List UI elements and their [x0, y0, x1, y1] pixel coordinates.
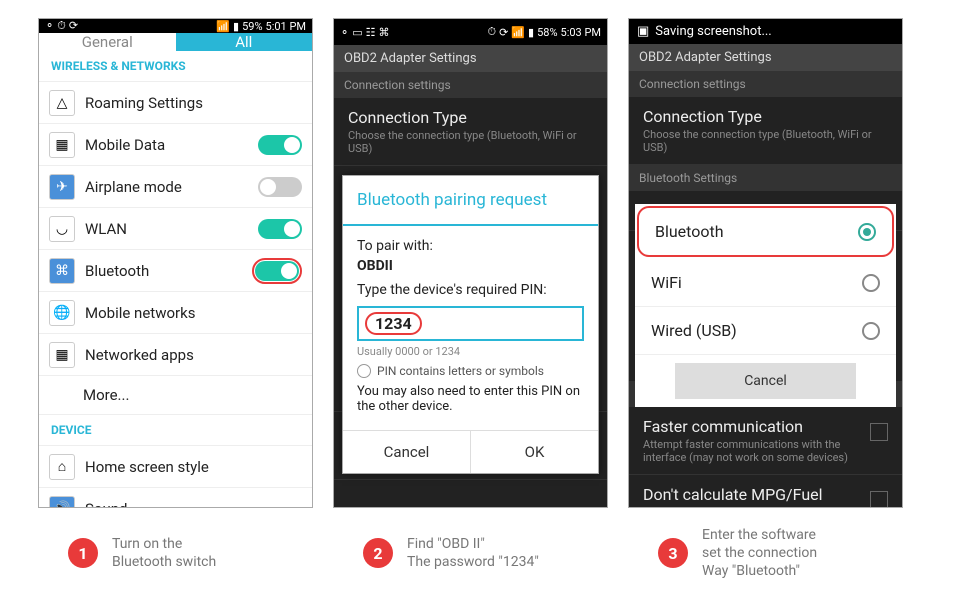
item-conntype[interactable]: Connection Type Choose the connection ty…	[334, 98, 607, 166]
cancel-button[interactable]: Cancel	[343, 431, 470, 473]
phone-screenshot-3: ▣Saving screenshot... OBD2 Adapter Setti…	[628, 18, 903, 508]
ok-button[interactable]: OK	[470, 431, 598, 473]
toggle-wlan[interactable]	[258, 219, 302, 239]
radio-selected-icon	[858, 223, 876, 241]
status-bar: ⚬▭☷⌘ ⏱⟳📶▮ 58% 5:03 PM	[334, 19, 607, 45]
item-netapps[interactable]: ▦Networked apps	[39, 334, 312, 376]
app-header: OBD2 Adapter Settings	[334, 45, 607, 72]
app-header: OBD2 Adapter Settings	[629, 44, 902, 71]
wlan-icon: ◡	[49, 216, 75, 242]
pin-prompt: Type the device's required PIN:	[357, 282, 584, 298]
toggle-airplane[interactable]	[258, 177, 302, 197]
pairing-dialog: Bluetooth pairing request To pair with: …	[342, 175, 599, 474]
airplane-icon: ✈	[49, 174, 75, 200]
bluetooth-icon: ⚬	[45, 19, 54, 33]
item-more[interactable]: More...	[39, 376, 312, 415]
battery-label: 59%	[242, 20, 262, 33]
data-icon: ▦	[49, 132, 75, 158]
mobilenet-icon: 🌐	[49, 300, 75, 326]
netapps-icon: ▦	[49, 342, 75, 368]
dialog-title: Bluetooth pairing request	[343, 176, 598, 226]
caption-3: 3 Enter the software set the connection …	[628, 526, 903, 581]
item-mobiledata[interactable]: ▦Mobile Data	[39, 124, 312, 166]
device-name: OBDII	[357, 258, 584, 274]
cancel-button[interactable]: Cancel	[675, 363, 856, 399]
item-sound[interactable]: 🔊Sound	[39, 488, 312, 508]
saving-banner: ▣Saving screenshot...	[629, 19, 902, 44]
toggle-bluetooth[interactable]	[255, 261, 299, 281]
radio-icon	[862, 322, 880, 340]
phone-screenshot-2: ⚬▭☷⌘ ⏱⟳📶▮ 58% 5:03 PM OBD2 Adapter Setti…	[333, 18, 608, 508]
phone-screenshot-1: ⚬⏱⟳ 📶 ▮ 59% 5:01 PM General All WIRELESS…	[38, 18, 313, 508]
bt-settings-label: Bluetooth Settings	[629, 165, 902, 191]
option-usb[interactable]: Wired (USB)	[635, 307, 896, 355]
caption-text: Find "OBD II" The password "1234"	[407, 535, 539, 571]
caption-2: 2 Find "OBD II" The password "1234"	[333, 526, 608, 581]
wifi-icon: 📶	[216, 20, 230, 33]
item-conntype[interactable]: Connection Type Choose the connection ty…	[629, 97, 902, 165]
section-device: DEVICE	[39, 415, 312, 446]
caption-1: 1 Turn on the Bluetooth switch	[38, 526, 313, 581]
home-icon: ⌂	[49, 454, 75, 480]
pin-note: You may also need to enter this PIN on t…	[357, 384, 584, 414]
pin-hint: Usually 0000 or 1234	[357, 345, 584, 358]
tab-general[interactable]: General	[39, 33, 176, 51]
status-bar: ⚬⏱⟳ 📶 ▮ 59% 5:01 PM	[39, 19, 312, 33]
sound-icon: 🔊	[49, 496, 75, 509]
pin-value: 1234	[365, 312, 422, 335]
battery-label: 58%	[537, 26, 557, 39]
radio-icon	[357, 364, 371, 378]
caption-text: Enter the software set the connection Wa…	[702, 526, 817, 581]
signal-icon: ▮	[233, 20, 239, 33]
pin-letters-check[interactable]: PIN contains letters or symbols	[357, 364, 584, 378]
roaming-icon: △	[49, 90, 75, 116]
section-wireless: WIRELESS & NETWORKS	[39, 51, 312, 82]
time-label: 5:01 PM	[266, 20, 306, 33]
item-home[interactable]: ⌂Home screen style	[39, 446, 312, 488]
step-badge: 3	[658, 538, 688, 568]
item-bluetooth[interactable]: ⌘Bluetooth	[39, 250, 312, 292]
option-bluetooth[interactable]: Bluetooth	[637, 206, 894, 257]
connection-options-dialog: Bluetooth WiFi Wired (USB) Cancel	[635, 204, 896, 407]
step-badge: 1	[68, 538, 98, 568]
section-sub: Connection settings	[629, 71, 902, 97]
item-wlan[interactable]: ◡WLAN	[39, 208, 312, 250]
section-sub: Connection settings	[334, 72, 607, 98]
option-wifi[interactable]: WiFi	[635, 259, 896, 307]
image-icon: ▣	[637, 24, 649, 39]
tab-all[interactable]: All	[176, 33, 313, 51]
time-label: 5:03 PM	[561, 26, 601, 39]
pair-label: To pair with:	[357, 238, 584, 254]
radio-icon	[862, 274, 880, 292]
tabs: General All	[39, 33, 312, 51]
caption-text: Turn on the Bluetooth switch	[112, 535, 216, 571]
pin-input[interactable]: 1234	[357, 306, 584, 341]
item-mobilenet[interactable]: 🌐Mobile networks	[39, 292, 312, 334]
item-mpg[interactable]: Don't calculate MPG/Fuel Speed up data r…	[629, 475, 902, 508]
bluetooth-icon: ⌘	[49, 258, 75, 284]
item-roaming[interactable]: △Roaming Settings	[39, 82, 312, 124]
item-fast[interactable]: Faster communication Attempt faster comm…	[629, 407, 902, 475]
item-airplane[interactable]: ✈Airplane mode	[39, 166, 312, 208]
toggle-mobiledata[interactable]	[258, 135, 302, 155]
step-badge: 2	[363, 538, 393, 568]
